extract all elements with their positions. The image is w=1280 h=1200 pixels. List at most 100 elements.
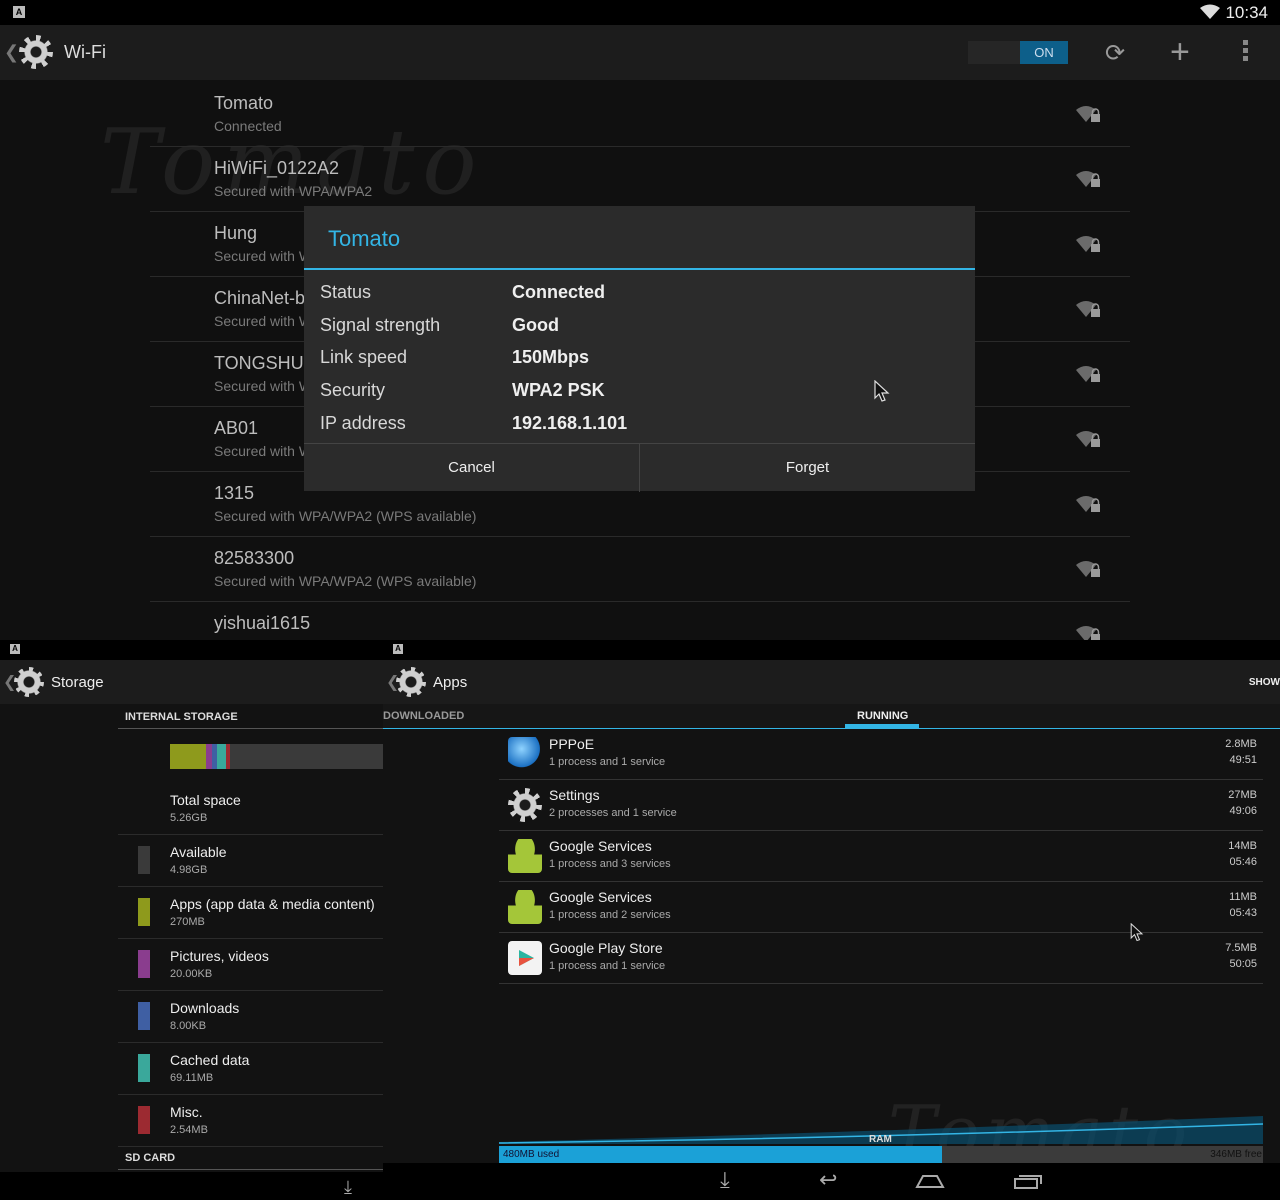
network-details-dialog: Tomato Status Connected Signal strength … <box>304 206 975 492</box>
app-memory-size: 11MB <box>1229 891 1257 903</box>
storage-usage-bar <box>170 744 383 769</box>
cached-segment <box>217 744 226 769</box>
wps-icon[interactable]: ⟳ <box>1105 39 1125 68</box>
network-name: ChinaNet-b <box>214 288 306 308</box>
category-label: Downloads <box>170 1000 240 1016</box>
running-app-row[interactable]: Google Services 1 process and 3 services 1… <box>499 831 1263 882</box>
apps-segment <box>170 744 206 769</box>
category-value: 4.98GB <box>170 864 208 876</box>
settings-gear-icon[interactable] <box>19 35 53 69</box>
dialog-divider <box>304 268 975 270</box>
category-color-swatch <box>138 846 150 874</box>
network-name: AB01 <box>214 418 259 438</box>
category-value: 8.00KB <box>170 1020 207 1032</box>
network-status: Secured with W <box>214 443 313 459</box>
total-space-value: 5.26GB <box>170 812 208 824</box>
network-row[interactable]: yishuai1615 <box>150 601 1130 640</box>
show-menu-button[interactable]: SHOW <box>1249 677 1280 688</box>
link-speed-value: 150Mbps <box>512 347 590 367</box>
page-title: Wi-Fi <box>64 42 106 62</box>
app-memory-size: 2.8MB <box>1225 738 1257 750</box>
tab-selected-indicator <box>845 724 919 728</box>
network-status: Connected <box>214 118 282 134</box>
wifi-toggle-on-label[interactable]: ON <box>1020 41 1068 64</box>
internal-storage-header: INTERNAL STORAGE <box>125 711 238 723</box>
running-app-row[interactable]: Google Services 1 process and 2 services 1… <box>499 882 1263 933</box>
ip-address-label: IP address <box>320 413 406 433</box>
app-name: Google Services <box>549 889 652 905</box>
settings-gear-icon[interactable] <box>14 667 44 697</box>
wifi-locked-icon <box>1076 171 1100 187</box>
settings-gear-icon[interactable] <box>396 667 426 697</box>
network-name: Tomato <box>214 93 274 113</box>
category-value: 270MB <box>170 916 205 928</box>
app-run-time: 49:51 <box>1229 754 1257 766</box>
wifi-locked-icon <box>1076 626 1100 640</box>
network-status: Secured with WPA/WPA2 (WPS available) <box>214 573 477 589</box>
total-space-row: Total space 5.26GB <box>118 782 383 835</box>
signal-strength-label: Signal strength <box>320 315 441 335</box>
storage-category-row[interactable]: Downloads 8.00KB <box>118 990 383 1043</box>
tab-bar <box>383 704 1280 729</box>
storage-category-row[interactable]: Pictures, videos 20.00KB <box>118 938 383 991</box>
notification-icon: A <box>393 644 403 654</box>
category-color-swatch <box>138 898 150 926</box>
wifi-locked-icon <box>1076 496 1100 512</box>
recent-apps-icon[interactable] <box>1013 1174 1043 1190</box>
network-row[interactable]: HiWiFi_0122A2 Secured with WPA/WPA2 <box>150 146 1130 212</box>
play-store-icon <box>508 941 542 975</box>
back-chevron-icon[interactable]: ❮ <box>4 42 19 63</box>
running-app-row[interactable]: PPPoE 1 process and 1 service 2.8MB 49:51 <box>499 729 1263 780</box>
home-nav-icon[interactable] <box>915 1173 945 1189</box>
app-run-time: 05:46 <box>1229 856 1257 868</box>
network-status: Secured with W <box>214 313 313 329</box>
download-tray-icon[interactable]: ⤓ <box>344 1177 352 1198</box>
category-label: Available <box>170 844 227 860</box>
app-memory-size: 14MB <box>1228 840 1257 852</box>
network-row[interactable]: 82583300 Secured with WPA/WPA2 (WPS avail… <box>150 536 1130 602</box>
download-tray-icon[interactable]: ⤓ <box>720 1167 730 1193</box>
status-value: Connected <box>512 282 606 302</box>
category-label: Cached data <box>170 1052 250 1068</box>
add-network-icon[interactable]: + <box>1170 33 1190 72</box>
wifi-locked-icon <box>1076 561 1100 577</box>
notification-icon: A <box>13 6 25 18</box>
back-nav-icon[interactable]: ↩ <box>819 1167 837 1193</box>
security-label: Security <box>320 380 386 400</box>
storage-category-row[interactable]: Apps (app data & media content) 270MB <box>118 886 383 939</box>
page-title: Apps <box>433 674 468 691</box>
tab-running[interactable]: RUNNING <box>857 710 908 722</box>
page-title: Storage <box>51 674 104 691</box>
network-name: 82583300 <box>214 548 295 568</box>
apps-settings-screen: Tomato A ❮ Apps SHOW DOWNLOADED RUNNING … <box>383 640 1280 1200</box>
misc-segment <box>226 744 230 769</box>
storage-category-row[interactable]: Available 4.98GB <box>118 834 383 887</box>
network-name: Hung <box>214 223 258 243</box>
category-label: Apps (app data & media content) <box>170 896 375 912</box>
settings-gear-icon <box>508 788 542 822</box>
network-status: Secured with W <box>214 378 313 394</box>
running-app-row[interactable]: Google Play Store 1 process and 1 service… <box>499 933 1263 984</box>
running-app-row[interactable]: Settings 2 processes and 1 service 27MB 49:… <box>499 780 1263 831</box>
storage-category-row[interactable]: Cached data 69.11MB <box>118 1042 383 1095</box>
network-status: Secured with W <box>214 248 313 264</box>
wifi-locked-icon <box>1076 106 1100 122</box>
app-memory-size: 7.5MB <box>1225 942 1257 954</box>
forget-button[interactable]: Forget <box>640 444 975 492</box>
network-name: yishuai1615 <box>214 613 311 633</box>
status-bar <box>0 0 1280 25</box>
wifi-locked-icon <box>1076 366 1100 382</box>
network-name: HiWiFi_0122A2 <box>214 158 340 178</box>
network-name: 1315 <box>214 483 255 503</box>
storage-settings-screen: A ❮ Storage INTERNAL STORAGE Total space… <box>0 640 383 1200</box>
network-row[interactable]: Tomato Connected <box>150 81 1130 147</box>
wifi-locked-icon <box>1076 236 1100 252</box>
cancel-button[interactable]: Cancel <box>304 444 640 492</box>
overflow-menu-icon[interactable] <box>1243 40 1249 64</box>
app-name: Google Play Store <box>549 940 663 956</box>
category-color-swatch <box>138 1106 150 1134</box>
storage-category-row[interactable]: Misc. 2.54MB <box>118 1094 383 1147</box>
dialog-title: Tomato <box>328 226 401 251</box>
category-value: 69.11MB <box>170 1072 214 1084</box>
tab-downloaded[interactable]: DOWNLOADED <box>383 710 464 722</box>
